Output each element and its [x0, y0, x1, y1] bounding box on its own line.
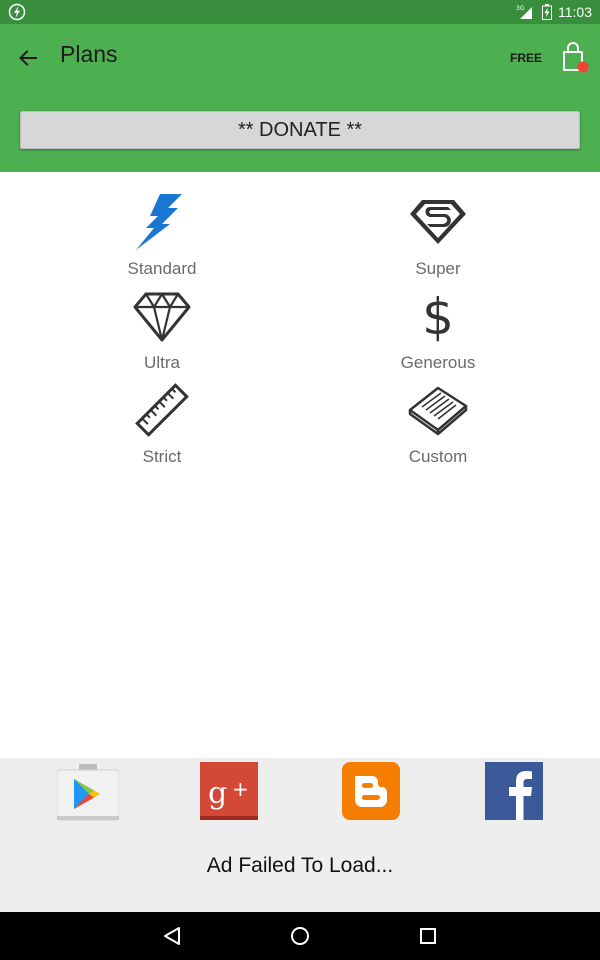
back-button[interactable] [14, 44, 42, 72]
plan-standard[interactable]: Standard [62, 190, 262, 282]
svg-text:3G: 3G [516, 5, 525, 12]
diamond-icon [130, 284, 194, 348]
lightning-bolt-icon [130, 190, 194, 254]
blogger-icon[interactable] [342, 762, 400, 820]
shopping-bag-button[interactable] [558, 40, 592, 74]
plan-ultra[interactable]: Ultra [62, 284, 262, 376]
navigation-bar [0, 912, 600, 960]
dollar-icon: $ [406, 284, 470, 348]
footer: g + Ad Failed To Load... [0, 758, 600, 912]
donate-button[interactable]: ** DONATE ** [20, 111, 580, 149]
notepad-icon [406, 378, 470, 442]
svg-text:$: $ [422, 288, 454, 346]
battery-icon [542, 4, 552, 20]
google-plus-icon[interactable]: g + [200, 762, 258, 820]
plan-super[interactable]: Super [338, 190, 538, 282]
plan-label: Strict [142, 447, 182, 466]
svg-text:+: + [232, 777, 249, 801]
plan-strict[interactable]: Strict [62, 378, 262, 470]
ad-status-text: Ad Failed To Load... [206, 854, 394, 877]
back-triangle-icon[interactable] [160, 924, 184, 948]
plan-label: Super [415, 259, 461, 278]
home-circle-icon[interactable] [288, 924, 312, 948]
recents-square-icon[interactable] [416, 924, 440, 948]
arrow-left-icon [19, 50, 37, 66]
plan-label: Standard [127, 259, 197, 278]
plan-tier-label: FREE [509, 51, 542, 65]
plan-label: Ultra [144, 353, 180, 372]
status-bar: 3G 11:03 [0, 0, 600, 24]
notification-badge [577, 61, 589, 73]
plan-label: Custom [408, 447, 468, 466]
play-store-icon[interactable] [56, 762, 120, 821]
plan-generous[interactable]: $ Generous [338, 284, 538, 376]
page-title: Plans [60, 41, 118, 67]
superman-shield-icon [406, 190, 470, 254]
ruler-icon [130, 378, 194, 442]
status-icons: 3G 11:03 [516, 0, 592, 24]
shopping-bag-icon [563, 42, 589, 73]
plan-label: Generous [400, 353, 476, 372]
clock: 11:03 [558, 4, 592, 20]
signal-icon: 3G [516, 5, 532, 19]
facebook-icon[interactable] [485, 762, 543, 820]
plan-custom[interactable]: Custom [338, 378, 538, 470]
svg-text:g: g [208, 776, 227, 811]
app-bolt-icon [8, 3, 26, 21]
plans-grid: Standard Super Ultra $ Generous Strict C… [0, 172, 600, 472]
app-header: Plans FREE ** DONATE ** [0, 24, 600, 172]
